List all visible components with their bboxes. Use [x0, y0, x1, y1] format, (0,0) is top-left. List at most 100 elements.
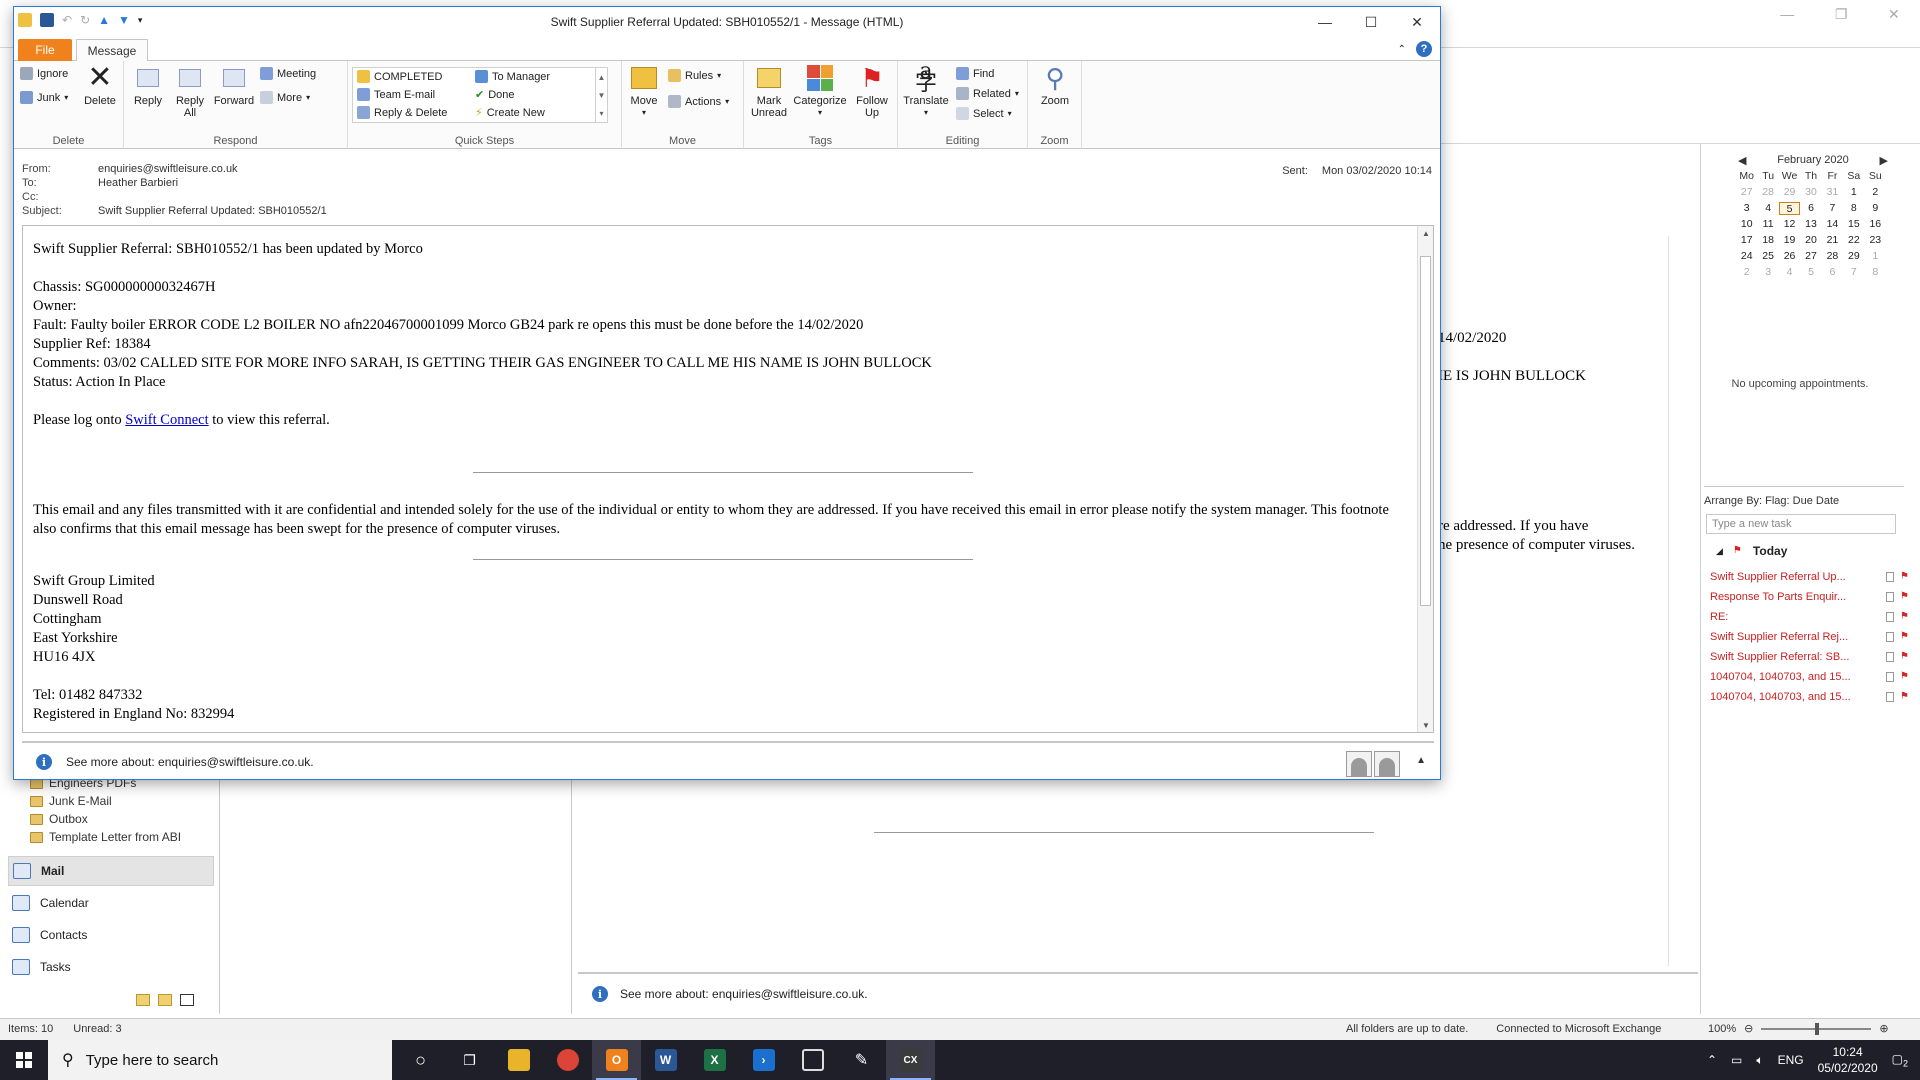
help-icon[interactable]: ? [1416, 41, 1432, 57]
calendar-day[interactable]: 1 [1843, 186, 1864, 199]
quickstep-completed[interactable]: COMPLETED [357, 70, 442, 83]
calendar-day[interactable]: 27 [1736, 186, 1757, 199]
calendar-day[interactable]: 7 [1822, 202, 1843, 215]
junk-button[interactable]: Junk ▾ [20, 91, 68, 104]
nav-tasks[interactable]: Tasks [8, 952, 214, 982]
related-button[interactable]: Related ▾ [956, 87, 1019, 100]
mark-unread-button[interactable]: Mark Unread [748, 63, 790, 119]
category-box-icon[interactable] [1886, 652, 1894, 662]
calendar-day[interactable]: 6 [1822, 266, 1843, 279]
follow-up-button[interactable]: ⚑ Follow Up [850, 63, 894, 119]
task-item[interactable]: Response To Parts Enquir... ⚑ [1710, 591, 1910, 603]
pen-app-button[interactable]: ✎ [837, 1040, 886, 1080]
zoom-control[interactable]: 100% ⊖ ⊕ [1708, 1022, 1889, 1035]
word-button[interactable]: W [641, 1040, 690, 1080]
find-button[interactable]: Find [956, 67, 994, 80]
close-icon[interactable]: ✕ [1888, 6, 1900, 23]
calendar-day[interactable]: 28 [1757, 186, 1778, 199]
file-explorer-button[interactable] [494, 1040, 543, 1080]
calendar-day[interactable]: 19 [1779, 234, 1800, 247]
start-button[interactable] [0, 1040, 48, 1080]
more-respond-button[interactable]: More ▾ [260, 91, 310, 104]
task-item[interactable]: 1040704, 1040703, and 15... ⚑ [1710, 671, 1910, 683]
calendar-day[interactable]: 22 [1843, 234, 1864, 247]
prev-month-icon[interactable]: ◀ [1738, 154, 1746, 167]
calendar-day[interactable]: 9 [1865, 202, 1886, 215]
zoom-out-icon[interactable]: ⊖ [1744, 1022, 1753, 1035]
calendar-day[interactable]: 21 [1822, 234, 1843, 247]
category-box-icon[interactable] [1886, 692, 1894, 702]
maximize-button[interactable]: ☐ [1348, 7, 1394, 37]
calendar-day[interactable]: 28 [1822, 250, 1843, 263]
calendar-day[interactable]: 6 [1800, 202, 1821, 215]
category-box-icon[interactable] [1886, 592, 1894, 602]
nav-contacts[interactable]: Contacts [8, 920, 214, 950]
flag-icon[interactable]: ⚑ [1900, 572, 1910, 582]
actions-button[interactable]: Actions ▾ [668, 95, 729, 108]
ignore-button[interactable]: Ignore [20, 67, 68, 80]
quickstep-create-new[interactable]: ⚡ Create New [475, 106, 545, 120]
today-group-header[interactable]: ◢ ⚑ Today [1716, 544, 1787, 558]
calendar-day[interactable]: 29 [1843, 250, 1864, 263]
flag-icon[interactable]: ⚑ [1900, 672, 1910, 682]
connection-status[interactable]: Connected to Microsoft Exchange [1496, 1023, 1661, 1035]
quick-steps-scroll[interactable]: ▲ ▼ ▾ [595, 68, 607, 122]
calendar-day[interactable]: 5 [1800, 266, 1821, 279]
calendar-day[interactable]: 24 [1736, 250, 1757, 263]
person-icon[interactable] [1346, 751, 1372, 777]
quickstep-team-email[interactable]: Team E-mail [357, 88, 435, 101]
nav-calendar[interactable]: Calendar [8, 888, 214, 918]
close-button[interactable]: ✕ [1394, 7, 1440, 37]
powershell-button[interactable]: › [739, 1040, 788, 1080]
package-app-button[interactable] [788, 1040, 837, 1080]
notes-icon[interactable] [136, 994, 150, 1006]
calendar-day[interactable]: 17 [1736, 234, 1757, 247]
calendar-day[interactable]: 31 [1822, 186, 1843, 199]
quickstep-to-manager[interactable]: To Manager [475, 70, 550, 83]
move-button[interactable]: Move ▾ [626, 63, 662, 119]
calendar-day[interactable]: 4 [1779, 266, 1800, 279]
flag-icon[interactable]: ⚑ [1900, 612, 1910, 622]
cx-app-button[interactable]: CX [886, 1040, 935, 1080]
delete-button[interactable]: ✕ Delete [80, 63, 120, 108]
task-item[interactable]: Swift Supplier Referral: SB... ⚑ [1710, 651, 1910, 663]
calendar-day[interactable]: 14 [1822, 218, 1843, 231]
reply-all-button[interactable]: Reply All [170, 63, 210, 119]
quickstep-reply-delete[interactable]: Reply & Delete [357, 106, 447, 119]
flag-icon[interactable]: ⚑ [1900, 692, 1910, 702]
zoom-in-icon[interactable]: ⊕ [1879, 1022, 1888, 1035]
calendar-day[interactable]: 4 [1757, 202, 1778, 215]
zoom-slider[interactable] [1761, 1022, 1872, 1035]
minimize-button[interactable]: — [1302, 7, 1348, 37]
calendar-day[interactable]: 2 [1736, 266, 1757, 279]
clock[interactable]: 10:24 05/02/2020 [1818, 1044, 1878, 1076]
tray-chevron-icon[interactable]: ⌃ [1707, 1053, 1717, 1067]
person-icon[interactable] [1374, 751, 1400, 777]
next-month-icon[interactable]: ▶ [1880, 154, 1888, 167]
category-box-icon[interactable] [1886, 572, 1894, 582]
calendar-day[interactable]: 11 [1757, 218, 1778, 231]
taskbar-search[interactable]: ⚲ Type here to search [48, 1040, 392, 1080]
flag-icon[interactable]: ⚑ [1900, 592, 1910, 602]
reading-scrollbar[interactable] [1668, 236, 1684, 966]
category-box-icon[interactable] [1886, 632, 1894, 642]
calendar-day[interactable]: 5 [1778, 202, 1801, 215]
rules-button[interactable]: Rules ▾ [668, 69, 721, 82]
calendar-day[interactable]: 3 [1757, 266, 1778, 279]
task-item[interactable]: Swift Supplier Referral Rej... ⚑ [1710, 631, 1910, 643]
forward-button[interactable]: Forward [212, 63, 256, 107]
folder-item[interactable]: Outbox [30, 810, 88, 828]
minimize-icon[interactable]: — [1780, 6, 1794, 22]
nav-mail[interactable]: Mail [8, 856, 214, 886]
calendar-day[interactable]: 23 [1865, 234, 1886, 247]
calendar-day[interactable]: 15 [1843, 218, 1864, 231]
calendar-day[interactable]: 8 [1865, 266, 1886, 279]
see-more-text[interactable]: See more about: enquiries@swiftleisure.c… [66, 755, 314, 769]
categorize-button[interactable]: Categorize ▾ [792, 63, 848, 119]
body-scrollbar[interactable]: ▲ ▼ [1417, 226, 1433, 732]
folder-item[interactable]: Junk E-Mail [30, 792, 112, 810]
swift-connect-link[interactable]: Swift Connect [125, 412, 208, 428]
calendar-day[interactable]: 29 [1779, 186, 1800, 199]
reading-see-more-text[interactable]: See more about: enquiries@swiftleisure.c… [620, 987, 868, 1001]
calendar-day[interactable]: 20 [1800, 234, 1821, 247]
